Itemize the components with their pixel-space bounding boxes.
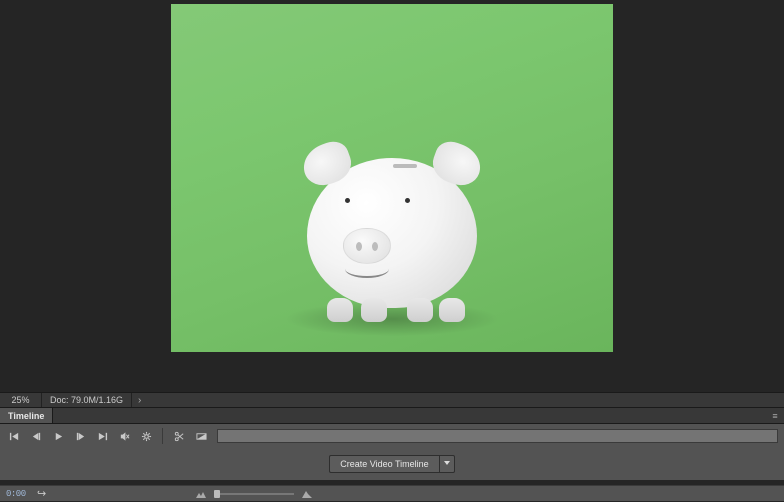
chevron-down-icon [443, 459, 451, 470]
prev-frame-icon[interactable] [28, 428, 44, 444]
timeline-toolbar [0, 424, 784, 448]
timeline-track[interactable] [217, 429, 778, 443]
document-info: Doc: 79.0M/1.16G [42, 393, 132, 407]
chevron-right-icon[interactable]: › [132, 395, 147, 406]
transition-icon[interactable] [193, 428, 209, 444]
timeline-zoom-slider[interactable] [214, 491, 294, 497]
play-icon[interactable] [50, 428, 66, 444]
redo-icon[interactable]: ↪ [34, 486, 50, 502]
last-frame-icon[interactable] [94, 428, 110, 444]
timeline-body: Create Video Timeline [0, 448, 784, 480]
mountain-large-icon [302, 490, 312, 498]
document-canvas[interactable] [171, 4, 613, 352]
audio-mute-icon[interactable] [116, 428, 132, 444]
toolbar-divider [162, 428, 163, 444]
settings-gear-icon[interactable] [138, 428, 154, 444]
status-bar: 25% Doc: 79.0M/1.16G › [0, 392, 784, 408]
tab-timeline[interactable]: Timeline [0, 408, 53, 423]
time-counter[interactable]: 0:00 [6, 489, 26, 499]
piggy-bank-image [307, 158, 477, 308]
timeline-footer: 0:00 ↪ [0, 485, 784, 501]
first-frame-icon[interactable] [6, 428, 22, 444]
panel-tab-row: Timeline ≡ [0, 408, 784, 424]
mountain-small-icon [196, 490, 206, 498]
create-video-timeline-dropdown[interactable] [439, 455, 455, 473]
canvas-area [0, 0, 784, 388]
create-video-timeline-button[interactable]: Create Video Timeline [329, 455, 438, 473]
zoom-level[interactable]: 25% [0, 393, 42, 407]
create-video-timeline-group: Create Video Timeline [329, 455, 454, 473]
scissors-split-icon[interactable] [171, 428, 187, 444]
panel-menu-icon[interactable]: ≡ [766, 408, 784, 423]
next-frame-icon[interactable] [72, 428, 88, 444]
